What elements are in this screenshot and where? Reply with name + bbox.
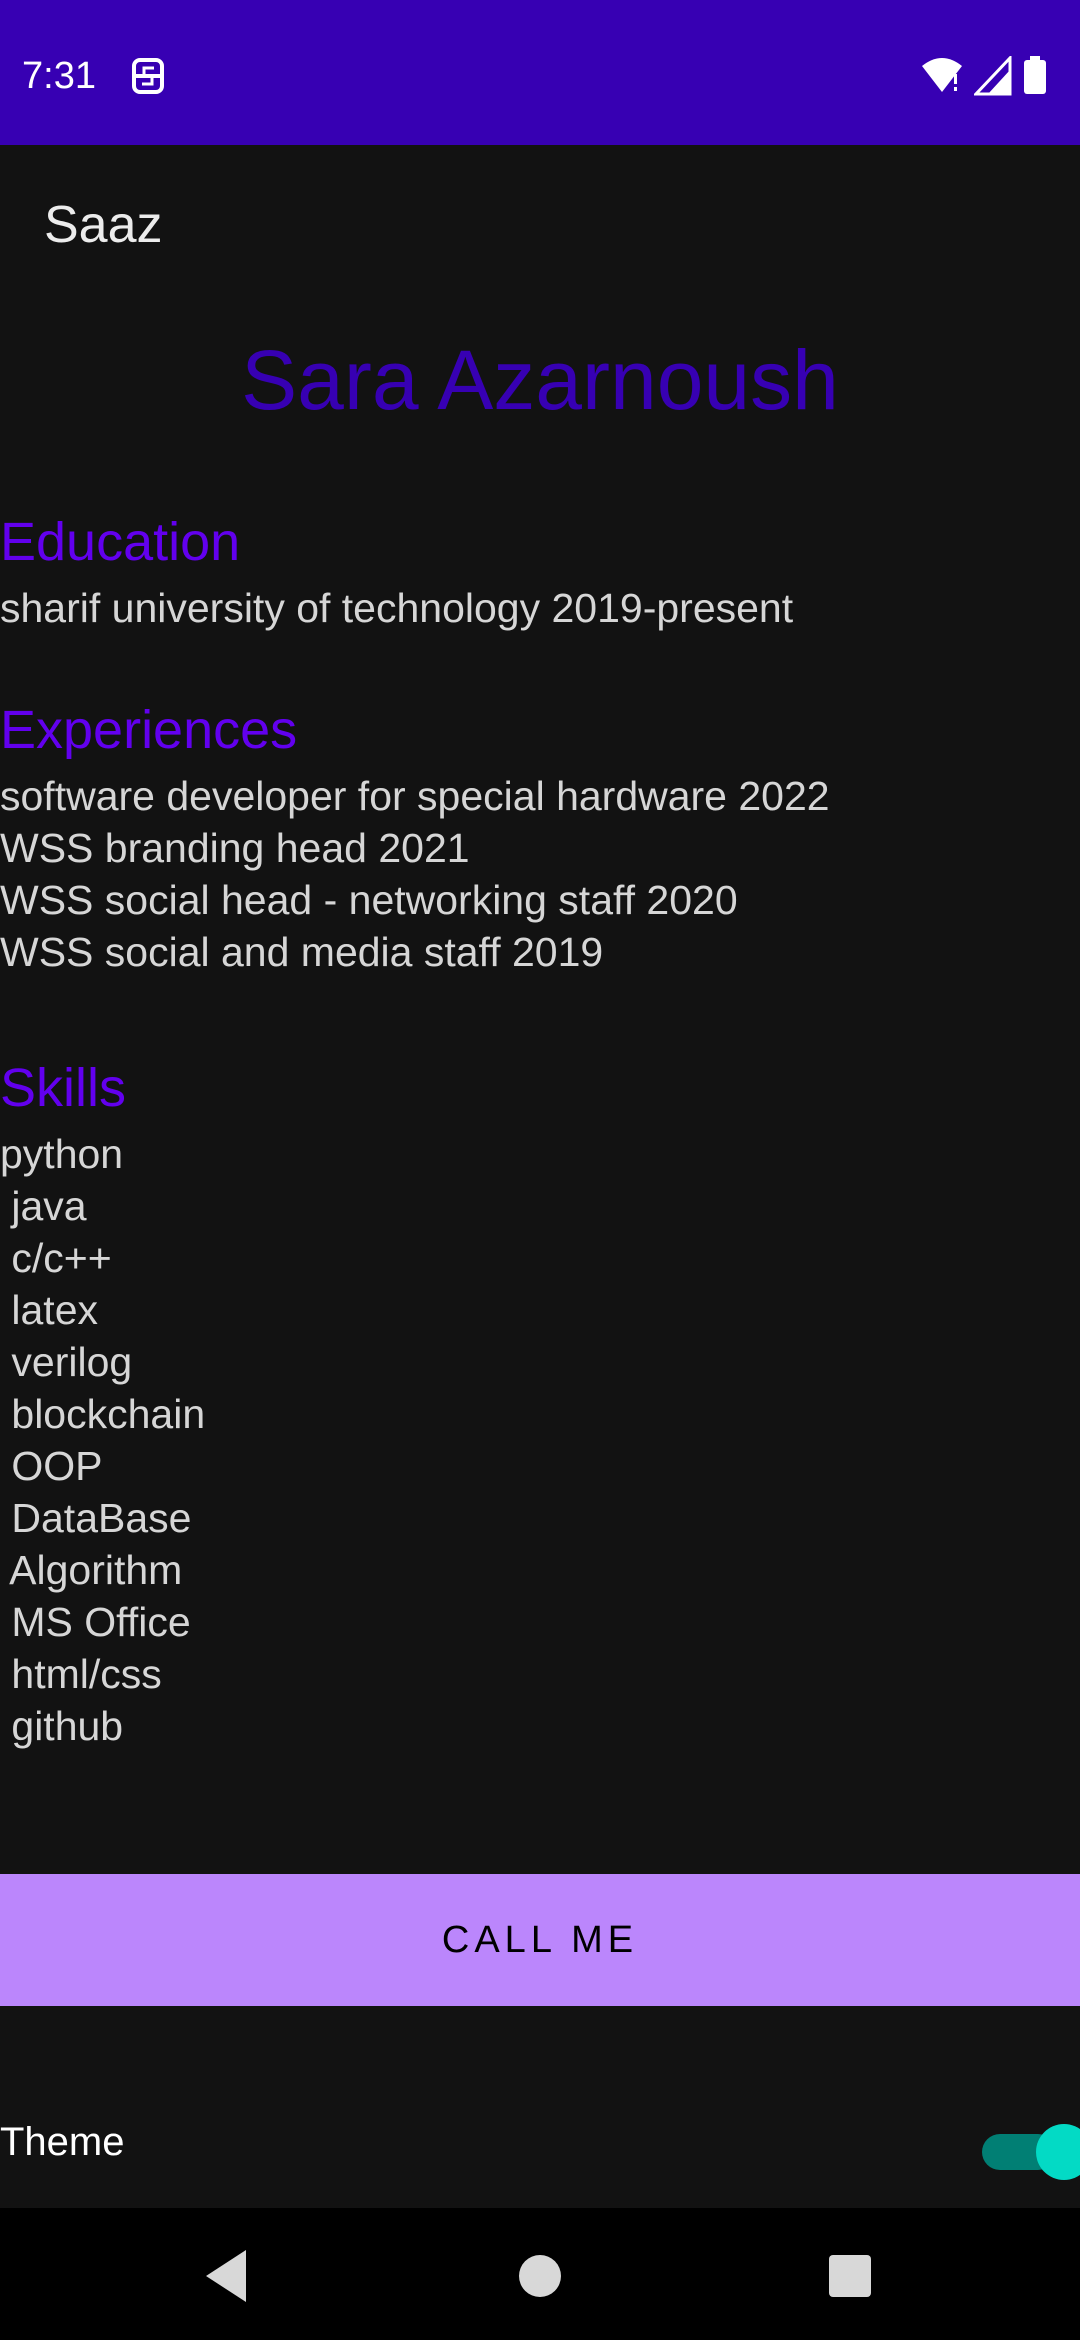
education-title: Education <box>0 512 241 572</box>
call-me-button[interactable]: CALL ME <box>0 1874 1080 2006</box>
status-time: 7:31 <box>22 55 96 97</box>
theme-row: Theme <box>0 2110 1080 2180</box>
sim-icon <box>132 58 164 94</box>
skills-title: Skills <box>0 1058 127 1118</box>
experiences-title: Experiences <box>0 700 298 760</box>
back-icon[interactable] <box>188 2236 268 2316</box>
skill-item: blockchain <box>0 1391 206 1437</box>
status-bar: 7:31 <box>0 0 1080 145</box>
battery-icon <box>1024 56 1046 94</box>
skill-item: MS Office <box>0 1599 191 1645</box>
theme-label: Theme <box>0 2120 125 2164</box>
experience-item: WSS social head - networking staff 2020 <box>0 877 738 923</box>
skill-item: Algorithm <box>0 1547 183 1593</box>
status-icons <box>920 54 1048 98</box>
switch-thumb <box>1036 2124 1080 2180</box>
skill-item: latex <box>0 1287 98 1333</box>
experience-item: WSS branding head 2021 <box>0 825 470 871</box>
experience-item: software developer for special hardware … <box>0 773 830 819</box>
skill-item: OOP <box>0 1443 103 1489</box>
app-title: Saaz <box>44 196 163 254</box>
home-icon[interactable] <box>500 2236 580 2316</box>
app-bar: Saaz <box>0 145 1080 305</box>
skill-item: DataBase <box>0 1495 192 1541</box>
education-item: sharif university of technology 2019-pre… <box>0 585 794 631</box>
skill-item: c/c++ <box>0 1235 112 1281</box>
skill-item: html/css <box>0 1651 162 1697</box>
navigation-bar <box>0 2208 1080 2340</box>
profile-name: Sara Azarnoush <box>241 333 839 427</box>
recents-icon[interactable] <box>810 2236 890 2316</box>
theme-switch[interactable] <box>980 2116 1080 2180</box>
skill-item: python <box>0 1131 124 1177</box>
skill-item: github <box>0 1703 124 1749</box>
wifi-icon <box>922 58 962 92</box>
skill-item: verilog <box>0 1339 133 1385</box>
signal-icon <box>974 56 1012 96</box>
skill-item: java <box>0 1183 87 1229</box>
experience-item: WSS social and media staff 2019 <box>0 929 604 975</box>
